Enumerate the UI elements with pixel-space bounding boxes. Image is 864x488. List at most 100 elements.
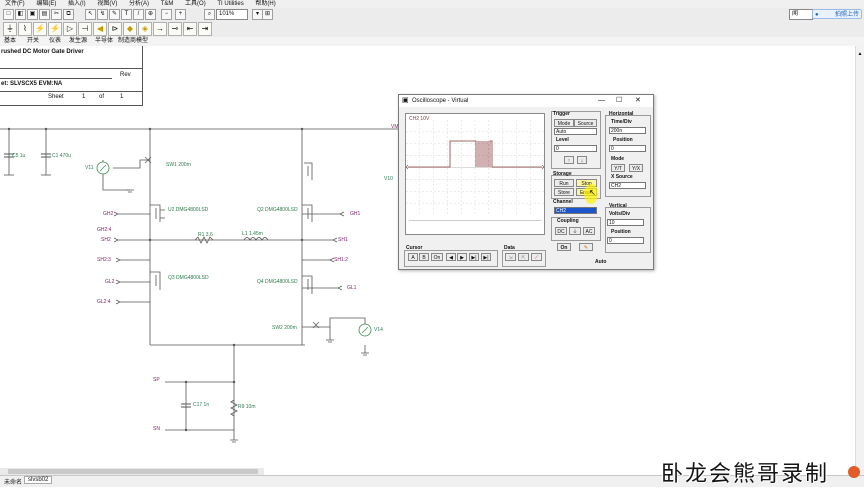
tab-manufacturer-models[interactable]: 制造商模型	[118, 37, 148, 46]
transistor-symbol-icon[interactable]: ⊣	[78, 22, 92, 36]
new-file-icon[interactable]: □	[3, 9, 14, 20]
vertical-scrollbar[interactable]: ▲	[855, 46, 864, 475]
trigger-mode-tab[interactable]: Mode	[554, 119, 574, 127]
select-arrow-icon[interactable]: ↖	[85, 9, 96, 20]
menu-insert[interactable]: 插入(I)	[63, 0, 91, 8]
label-q3: Q3 DMG4800LSD	[168, 275, 209, 281]
cursor-next-button[interactable]: ▶	[457, 253, 467, 261]
coupling-ac-button[interactable]: AC	[583, 227, 595, 235]
cursor-last-button[interactable]: ▶|	[481, 253, 491, 261]
fit-view-icon[interactable]: ⊞	[262, 9, 273, 20]
menu-help[interactable]: 帮助(H)	[250, 0, 280, 8]
horizontal-scrollbar[interactable]	[0, 468, 264, 475]
net-gh1: GH1	[350, 211, 361, 217]
trigger-mode-select[interactable]: Auto	[554, 128, 597, 135]
store-button[interactable]: Store	[554, 188, 574, 196]
menu-tools[interactable]: 工具(O)	[180, 0, 211, 8]
horizontal-position-input[interactable]: 0	[609, 145, 646, 152]
menu-edit[interactable]: 编辑(E)	[31, 0, 61, 8]
sub-symbol-icon[interactable]: ⇤	[183, 22, 197, 36]
tab-semiconductors[interactable]: 半导体	[95, 37, 113, 46]
zoom-select[interactable]: 101%	[216, 9, 248, 20]
diode-symbol-icon[interactable]: ▷	[63, 22, 77, 36]
data-open-icon[interactable]: ⇲	[505, 253, 516, 261]
channel-select[interactable]: CH2	[554, 207, 597, 214]
lamp-symbol-icon[interactable]: ◈	[138, 22, 152, 36]
switch-symbol-icon[interactable]: ⌇	[18, 22, 32, 36]
menu-tm[interactable]: T&M	[156, 0, 179, 8]
trigger-rising-edge-icon[interactable]: ↑	[564, 156, 574, 164]
sheet-number: 1	[82, 94, 86, 100]
opamp-symbol-icon[interactable]: ◀	[93, 22, 107, 36]
cursor-prev-button[interactable]: ◀	[446, 253, 456, 261]
minus-icon[interactable]: −	[161, 9, 172, 20]
upload-button[interactable]: ● 拍照上传	[812, 9, 862, 19]
scope-display[interactable]: CH2 10V	[405, 113, 545, 235]
cursor-b-button[interactable]: B	[419, 253, 429, 261]
auto-button[interactable]: Auto	[595, 259, 606, 265]
channel-on-button[interactable]: On	[557, 243, 571, 251]
speaker-symbol-icon[interactable]: ◆	[123, 22, 137, 36]
mode-yt-button[interactable]: Y/T	[611, 164, 625, 172]
plus-icon[interactable]: +	[175, 9, 186, 20]
x-source-select[interactable]: CH2	[609, 182, 646, 189]
sheet-total: 1	[120, 94, 124, 100]
label-v11: V11	[85, 165, 94, 171]
trigger-level-input[interactable]: 0	[554, 145, 597, 152]
tab-switches[interactable]: 开关	[27, 37, 39, 46]
logic-symbol-icon[interactable]: ⊳	[108, 22, 122, 36]
oscilloscope-titlebar[interactable]: ▣ Oscilloscope - Virtual — ☐ ✕	[399, 95, 653, 107]
volts-div-input[interactable]: 10	[607, 219, 644, 226]
trigger-falling-edge-icon[interactable]: ↓	[577, 156, 587, 164]
trigger-source-tab[interactable]: Source	[574, 119, 597, 127]
menu-view[interactable]: 视图(V)	[92, 0, 122, 8]
text-icon[interactable]: T	[121, 9, 132, 20]
menu-file[interactable]: 文件(F)	[0, 0, 30, 8]
meter-symbol-icon[interactable]: ⚡	[33, 22, 47, 36]
mouse-pointer-icon: ↖	[589, 188, 596, 197]
tab-untitled[interactable]: 未命名	[4, 477, 22, 486]
cursor-end-button[interactable]: ▶|	[469, 253, 479, 261]
tab-meters[interactable]: 仪表	[49, 37, 61, 46]
tab-slvsb02[interactable]: slvsb02	[24, 476, 53, 484]
tab-sources[interactable]: 发生源	[69, 37, 87, 46]
vertical-position-input[interactable]: 0	[607, 237, 644, 244]
run-button[interactable]: Run	[554, 179, 574, 187]
net-sh1: SH1	[338, 237, 348, 243]
coupling-ground-icon[interactable]: ⏚	[569, 227, 581, 235]
search-input[interactable]: 闻	[789, 9, 813, 20]
open-icon[interactable]: ◧	[15, 9, 26, 20]
pen-icon[interactable]: ✎	[109, 9, 120, 20]
minimize-icon[interactable]: —	[598, 95, 605, 107]
magnifier-icon[interactable]: ⌕	[204, 9, 215, 20]
cut-icon[interactable]: ✂	[51, 9, 62, 20]
channel-probe-icon[interactable]: ✎	[579, 243, 593, 251]
oscilloscope-window[interactable]: ▣ Oscilloscope - Virtual — ☐ ✕ CH2 10V C…	[398, 94, 654, 270]
cursor-a-button[interactable]: A	[408, 253, 418, 261]
coupling-dc-button[interactable]: DC	[555, 227, 567, 235]
mode-yx-button[interactable]: Y/X	[629, 164, 643, 172]
copy-icon[interactable]: ⧉	[63, 9, 74, 20]
ground-symbol-icon[interactable]: ⏚	[3, 22, 17, 36]
data-export-icon[interactable]: ⇱	[518, 253, 529, 261]
data-clear-icon[interactable]: ⟋	[531, 253, 542, 261]
menu-analysis[interactable]: 分析(A)	[124, 0, 154, 8]
time-div-input[interactable]: 200n	[609, 127, 646, 134]
maximize-icon[interactable]: ☐	[616, 95, 622, 107]
source-symbol-icon[interactable]: ⚡	[48, 22, 62, 36]
tab-basic[interactable]: 基本	[4, 37, 16, 46]
close-icon[interactable]: ✕	[635, 95, 641, 107]
line-icon[interactable]: /	[133, 9, 144, 20]
save-icon[interactable]: ▣	[27, 9, 38, 20]
bus-symbol-icon[interactable]: ⊸	[168, 22, 182, 36]
scroll-up-icon[interactable]: ▲	[856, 51, 864, 57]
time-div-label: Time/Div	[611, 119, 632, 125]
arrow-symbol-icon[interactable]: →	[153, 22, 167, 36]
cursor-on-button[interactable]: On	[431, 253, 443, 261]
tab-symbol-icon[interactable]: ⇥	[198, 22, 212, 36]
zoom-in-icon[interactable]: ⊕	[145, 9, 156, 20]
print-icon[interactable]: ▤	[39, 9, 50, 20]
horizontal-scroll-thumb[interactable]	[8, 469, 258, 474]
wire-icon[interactable]: ↯	[97, 9, 108, 20]
menu-ti-utilities[interactable]: TI Utilities	[212, 0, 248, 8]
